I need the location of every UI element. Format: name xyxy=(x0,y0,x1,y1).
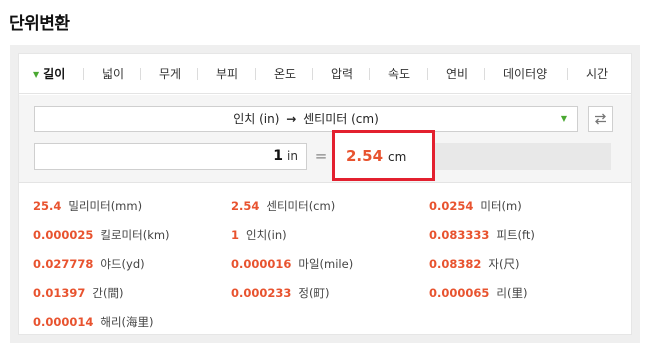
input-unit: in xyxy=(287,149,298,163)
from-unit: 인치 (in) xyxy=(233,112,280,126)
tab-volume[interactable]: 부피 xyxy=(216,54,238,94)
swap-arrows-icon xyxy=(595,113,606,125)
result-item: 0.083333 피트(ft) xyxy=(429,228,535,242)
tab-time[interactable]: 시간 xyxy=(586,54,608,94)
result-item: 0.000016 마일(mile) xyxy=(231,257,354,271)
input-value: 1 xyxy=(273,148,284,164)
result-item: 1 인치(in) xyxy=(231,228,287,242)
swap-units-button[interactable] xyxy=(588,106,613,132)
tab-area[interactable]: 넓이 xyxy=(102,54,124,94)
tab-label: 길이 xyxy=(43,67,66,81)
result-item: 0.01397 간(間) xyxy=(33,286,124,300)
dropdown-arrow-icon: ▼ xyxy=(560,114,567,123)
result-value: 2.54 cm xyxy=(346,143,406,171)
converter-card: ▼ 길이 넓이 무게 부피 온도 압력 속도 연비 데이터양 시간 인치 (in)… xyxy=(18,53,632,335)
result-item: 25.4 밀리미터(mm) xyxy=(33,199,143,213)
result-number: 2.54 xyxy=(346,147,384,165)
tab-temperature[interactable]: 온도 xyxy=(274,54,296,94)
tab-pressure[interactable]: 압력 xyxy=(331,54,353,94)
converter-panel: ▼ 길이 넓이 무게 부피 온도 압력 속도 연비 데이터양 시간 인치 (in)… xyxy=(10,45,640,343)
result-item: 0.000233 정(町) xyxy=(231,286,330,300)
tab-speed[interactable]: 속도 xyxy=(388,54,410,94)
result-item: 0.027778 야드(yd) xyxy=(33,257,145,271)
tab-weight[interactable]: 무게 xyxy=(159,54,181,94)
tab-length[interactable]: ▼ 길이 xyxy=(33,54,65,94)
caret-down-icon: ▼ xyxy=(33,70,40,79)
category-tabs: ▼ 길이 넓이 무게 부피 온도 압력 속도 연비 데이터양 시간 xyxy=(19,54,631,94)
result-item: 0.000025 킬로미터(km) xyxy=(33,228,170,242)
conversion-area: 인치 (in) → 센티미터 (cm) ▼ 1 in = 2.54 cm xyxy=(19,95,631,183)
result-item: 0.000065 리(里) xyxy=(429,286,528,300)
value-input[interactable]: 1 in xyxy=(34,143,307,170)
result-item: 0.000014 해리(海里) xyxy=(33,315,154,329)
unit-pair-select[interactable]: 인치 (in) → 센티미터 (cm) ▼ xyxy=(34,106,578,132)
arrow-right-icon: → xyxy=(286,112,297,126)
result-item: 2.54 센티미터(cm) xyxy=(231,199,336,213)
equals-sign: = xyxy=(314,147,328,165)
to-unit: 센티미터 (cm) xyxy=(303,112,379,126)
tab-fuel-efficiency[interactable]: 연비 xyxy=(446,54,468,94)
result-item: 0.08382 자(尺) xyxy=(429,257,520,271)
result-item: 0.0254 미터(m) xyxy=(429,199,522,213)
tab-data-amount[interactable]: 데이터양 xyxy=(503,54,547,94)
result-unit: cm xyxy=(388,150,407,164)
page-title: 단위변환 xyxy=(9,14,70,34)
